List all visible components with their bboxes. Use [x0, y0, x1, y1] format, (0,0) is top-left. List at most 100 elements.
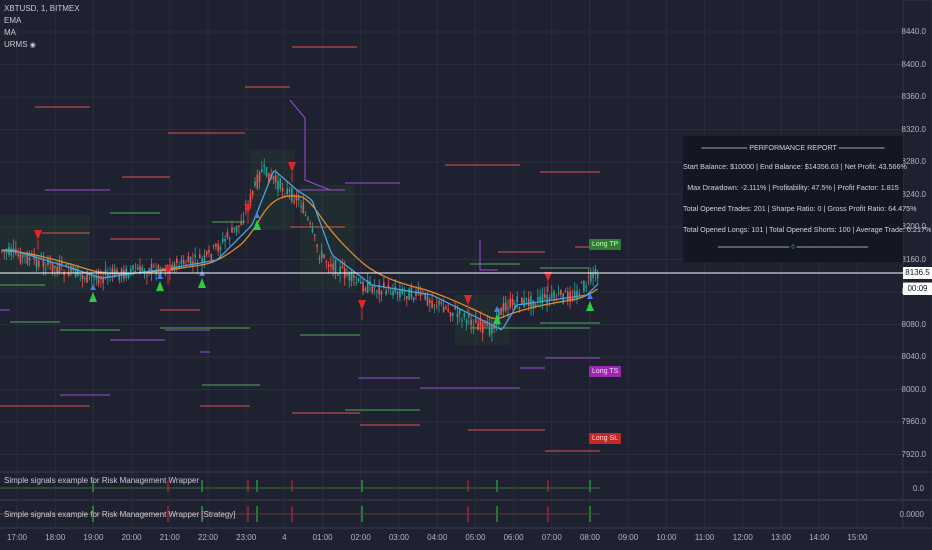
candle-body: [509, 298, 512, 308]
candle-body: [417, 288, 420, 292]
price-tick-label: 8400.0: [901, 59, 926, 69]
candle-body: [274, 175, 277, 183]
candle-body: [406, 296, 408, 299]
time-tick-label: 22:00: [197, 533, 219, 542]
candle-body: [93, 276, 95, 278]
candle-body: [286, 188, 288, 194]
entry-arrow-marker: [90, 284, 96, 290]
candle-body: [180, 259, 183, 264]
candle-body: [42, 259, 45, 267]
candle-body: [81, 274, 84, 279]
candle-body: [385, 290, 387, 295]
time-tick-label: 14:00: [809, 533, 830, 542]
candle-body: [254, 181, 256, 186]
candle-body: [357, 278, 360, 281]
candle-body: [231, 227, 233, 233]
buy-signal-marker: [89, 292, 97, 302]
eye-icon[interactable]: ◉: [30, 42, 36, 49]
candle-body: [452, 312, 454, 317]
candle-body: [481, 321, 484, 333]
candle-body: [228, 238, 231, 240]
candle-body: [203, 255, 206, 262]
candle-body: [256, 174, 259, 189]
time-tick-label: 10:00: [656, 533, 677, 542]
time-tick-label: 21:00: [159, 533, 180, 542]
candle-body: [353, 275, 355, 278]
candle-body: [265, 167, 268, 177]
candle-body: [548, 297, 551, 300]
urms-legend[interactable]: URMS ◉: [4, 39, 80, 52]
candle-body: [383, 282, 385, 287]
candle-body: [28, 257, 31, 261]
price-tick-label: 7920.0: [901, 449, 926, 459]
perf-row-drawdown: Max Drawdown: -2.111% | Profitability: 4…: [687, 183, 899, 192]
candle-body: [550, 293, 553, 299]
candle-body: [590, 272, 592, 282]
performance-report-panel: ═════════ PERFORMANCE REPORT ═════════ S…: [683, 136, 932, 262]
candle-body: [445, 306, 447, 309]
price-tick-label: 8240.0: [901, 189, 926, 199]
indicator-pane-1-title[interactable]: Simple signals example for Risk Manageme…: [4, 476, 199, 485]
candle-body: [585, 286, 587, 288]
candle-body: [521, 297, 523, 304]
time-tick-label: 18:00: [45, 533, 66, 542]
time-tick-label: 02:00: [350, 533, 371, 542]
candle-body: [261, 168, 263, 173]
time-tick-label: 09:00: [618, 533, 639, 542]
candle-body: [258, 172, 261, 183]
time-tick-label: 03:00: [388, 533, 410, 542]
candle-body: [447, 308, 449, 312]
perf-footer: ══════════════ ◊ ══════════════: [717, 242, 869, 251]
candle-body: [546, 294, 548, 305]
perf-row-balance: Start Balance: $10000 | End Balance: $14…: [683, 162, 907, 171]
price-chart[interactable]: [0, 0, 932, 550]
perf-row-longs: Total Opened Longs: 101 | Total Opened S…: [683, 225, 932, 234]
performance-title-row: ═════════ PERFORMANCE REPORT ═════════: [701, 143, 885, 152]
candle-body: [463, 313, 466, 317]
candle-body: [212, 245, 215, 247]
candle-body: [567, 291, 569, 302]
candle-body: [553, 291, 555, 298]
candle-body: [314, 234, 316, 236]
candle-body: [157, 265, 160, 270]
indicator-pane-2-title[interactable]: Simple signals example for Risk Manageme…: [4, 510, 236, 519]
candle-body: [222, 238, 224, 242]
candle-body: [435, 305, 438, 307]
candle-body: [327, 264, 330, 267]
candle-body: [233, 227, 236, 230]
candle-body: [208, 249, 210, 253]
countdown-tag: 00:09: [903, 282, 932, 295]
time-tick-label: 13:00: [770, 533, 792, 542]
symbol-title[interactable]: XBTUSD, 1, BITMEX: [4, 3, 80, 15]
candle-body: [24, 255, 26, 257]
candle-body: [153, 265, 155, 267]
candle-body: [477, 323, 479, 331]
candle-body: [587, 276, 590, 278]
candle-body: [525, 297, 528, 300]
candle-body: [238, 225, 240, 227]
candle-body: [475, 319, 477, 324]
candle-body: [38, 260, 40, 267]
candle-body: [141, 267, 144, 272]
candle-body: [302, 202, 305, 214]
candle-body: [224, 238, 226, 242]
candle-body: [461, 320, 463, 322]
candle-body: [412, 297, 415, 301]
candle-body: [527, 298, 530, 306]
time-tick-label: 23:00: [236, 533, 257, 542]
candle-body: [334, 259, 337, 274]
candle-body: [95, 277, 98, 280]
candle-body: [311, 228, 314, 233]
candle-body: [399, 290, 401, 298]
candle-body: [431, 300, 433, 308]
candle-body: [240, 221, 242, 225]
candle-body: [539, 296, 541, 302]
price-tick-label: 8040.0: [901, 352, 926, 361]
ema-legend[interactable]: EMA: [4, 15, 80, 27]
time-tick-label: 20:00: [121, 533, 142, 542]
candle-body: [288, 189, 291, 192]
candle-body: [449, 312, 452, 317]
candle-body: [293, 200, 295, 203]
ma-legend[interactable]: MA: [4, 27, 80, 39]
candle-body: [272, 176, 275, 180]
